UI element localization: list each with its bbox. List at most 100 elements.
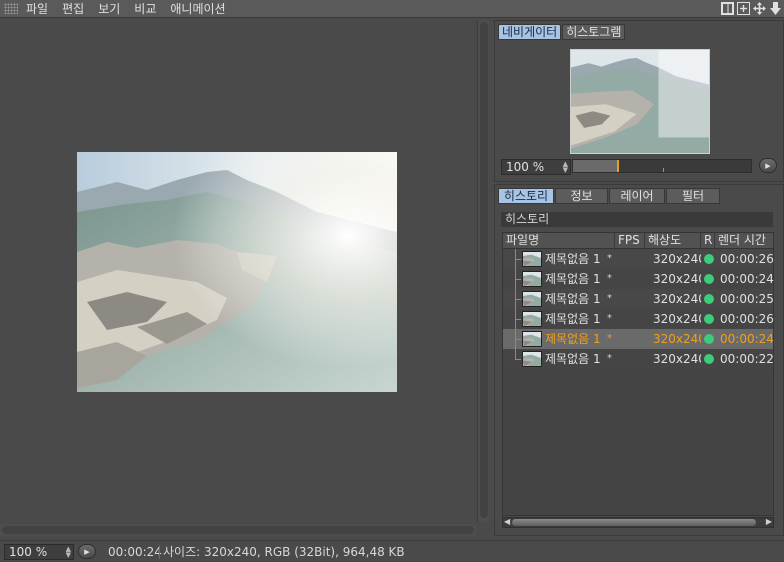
- play-icon: ▶: [765, 161, 771, 170]
- fullscreen-icon[interactable]: [737, 2, 750, 15]
- navigator-panel: 네비게이터 히스토그램 100 % ▲ ▼ ▶: [494, 20, 784, 182]
- column-render-time[interactable]: 렌더 시간: [715, 233, 773, 248]
- status-dot-icon: [704, 254, 714, 264]
- row-thumbnail: [522, 311, 542, 327]
- row-render-time: 00:00:24: [720, 272, 774, 286]
- status-zoom-field[interactable]: 100 % ▲ ▼: [4, 544, 74, 560]
- zoom-stepper-icon[interactable]: ▲ ▼: [66, 546, 71, 559]
- render-image[interactable]: [77, 152, 397, 392]
- table-row[interactable]: 제목없음 1 * 320x240 00:00:26: [503, 249, 774, 269]
- table-row[interactable]: 제목없음 1 * 320x240 00:00:26: [503, 309, 774, 329]
- scroll-right-icon[interactable]: ▶: [766, 517, 772, 526]
- viewer-horizontal-scrollbar[interactable]: [0, 524, 476, 536]
- row-thumbnail: [522, 351, 542, 367]
- row-thumbnail: [522, 251, 542, 267]
- navigator-zoom-value: 100 %: [506, 160, 545, 174]
- row-resolution: 320x240: [653, 252, 701, 266]
- tree-branch: [515, 319, 521, 320]
- history-tabs: 히스토리 정보 레이어 필터: [498, 188, 721, 204]
- row-thumbnail: [522, 331, 542, 347]
- viewer-vertical-scrollbar[interactable]: [477, 20, 489, 522]
- row-resolution: 320x240: [653, 312, 701, 326]
- tree-branch: [515, 279, 521, 280]
- status-time: 00:00:24: [108, 545, 162, 559]
- menu-compare[interactable]: 비교: [134, 0, 156, 17]
- menu-view[interactable]: 보기: [98, 0, 120, 17]
- row-star: *: [607, 273, 612, 284]
- status-dot-icon: [704, 274, 714, 284]
- status-zoom-value: 100 %: [9, 545, 48, 559]
- timeline-range: [573, 160, 617, 172]
- row-filename: 제목없음 1: [545, 272, 601, 286]
- row-render-time: 00:00:25: [720, 292, 774, 306]
- timeline-tick: [663, 168, 664, 172]
- row-filename: 제목없음 1: [545, 312, 601, 326]
- scroll-left-icon[interactable]: ◀: [504, 517, 510, 526]
- table-row[interactable]: 제목없음 1 * 320x240 00:00:25: [503, 289, 774, 309]
- history-rows: 제목없음 1 * 320x240 00:00:26 제목없음 1 * 320x240 00:0…: [503, 249, 774, 369]
- navigator-play-button[interactable]: ▶: [759, 158, 777, 173]
- column-resolution[interactable]: 해상도: [645, 233, 701, 248]
- timeline-marker[interactable]: [617, 160, 619, 172]
- viewer-vertical-scroll-thumb[interactable]: [480, 22, 488, 518]
- menu-arrow-icon[interactable]: [769, 2, 782, 15]
- column-r[interactable]: R: [701, 233, 715, 248]
- history-title: 히스토리: [501, 212, 773, 227]
- row-render-time: 00:00:22: [720, 352, 774, 366]
- tab-histogram[interactable]: 히스토그램: [562, 24, 626, 40]
- status-info: 사이즈: 320x240, RGB (32Bit), 964,48 KB: [163, 545, 405, 559]
- menu-file[interactable]: 파일: [26, 0, 48, 17]
- tab-navigator[interactable]: 네비게이터: [498, 24, 562, 40]
- menu-bar: 파일 편집 보기 비교 애니메이션: [0, 0, 784, 18]
- tree-branch: [515, 339, 521, 340]
- row-filename: 제목없음 1: [545, 292, 601, 306]
- zoom-stepper-icon[interactable]: ▲ ▼: [563, 161, 568, 174]
- table-row[interactable]: 제목없음 1 * 320x240 00:00:24: [503, 269, 774, 289]
- row-resolution: 320x240: [653, 332, 701, 346]
- row-resolution: 320x240: [653, 272, 701, 286]
- row-star: *: [607, 353, 612, 364]
- status-dot-icon: [704, 294, 714, 304]
- column-filename[interactable]: 파일명: [503, 233, 615, 248]
- row-resolution: 320x240: [653, 352, 701, 366]
- row-star: *: [607, 293, 612, 304]
- row-render-time: 00:00:26: [720, 252, 774, 266]
- navigator-tabs: 네비게이터 히스토그램: [498, 24, 626, 40]
- tree-branch: [515, 259, 521, 260]
- row-thumbnail: [522, 291, 542, 307]
- history-panel: 히스토리 정보 레이어 필터 히스토리 파일명 FPS 해상도 R 렌더 시간 …: [494, 184, 784, 536]
- row-filename: 제목없음 1: [545, 332, 601, 346]
- menu-edit[interactable]: 편집: [62, 0, 84, 17]
- history-table: 파일명 FPS 해상도 R 렌더 시간 제목없음 1 * 320x240 00:00:…: [502, 232, 774, 516]
- render-viewer[interactable]: [0, 20, 476, 522]
- status-dot-icon: [704, 334, 714, 344]
- tab-filter[interactable]: 필터: [666, 188, 720, 204]
- row-star: *: [607, 313, 612, 324]
- row-star: *: [607, 333, 612, 344]
- history-table-header: 파일명 FPS 해상도 R 렌더 시간: [503, 233, 773, 249]
- history-horizontal-scrollbar[interactable]: ◀ ▶: [502, 517, 774, 528]
- panel-split-icon[interactable]: [721, 2, 734, 15]
- status-play-button[interactable]: ▶: [78, 544, 96, 559]
- row-filename: 제목없음 1: [545, 252, 601, 266]
- status-divider: [159, 545, 160, 559]
- row-thumbnail: [522, 271, 542, 287]
- table-row[interactable]: 제목없음 1 * 320x240 00:00:24: [503, 329, 774, 349]
- viewer-horizontal-scroll-thumb[interactable]: [2, 526, 474, 534]
- row-resolution: 320x240: [653, 292, 701, 306]
- row-render-time: 00:00:26: [720, 312, 774, 326]
- column-fps[interactable]: FPS: [615, 233, 645, 248]
- navigator-thumbnail[interactable]: [570, 49, 710, 154]
- tab-layer[interactable]: 레이어: [609, 188, 665, 204]
- history-scroll-thumb[interactable]: [512, 519, 756, 526]
- menu-animation[interactable]: 애니메이션: [170, 0, 225, 17]
- tab-history[interactable]: 히스토리: [498, 188, 554, 204]
- status-dot-icon: [704, 314, 714, 324]
- tree-branch: [515, 359, 521, 360]
- grip-icon[interactable]: [4, 3, 18, 14]
- move-icon[interactable]: [753, 2, 766, 15]
- table-row[interactable]: 제목없음 1 * 320x240 00:00:22: [503, 349, 774, 369]
- navigator-timeline[interactable]: [572, 159, 752, 173]
- tab-info[interactable]: 정보: [555, 188, 608, 204]
- navigator-zoom-field[interactable]: 100 % ▲ ▼: [501, 159, 571, 175]
